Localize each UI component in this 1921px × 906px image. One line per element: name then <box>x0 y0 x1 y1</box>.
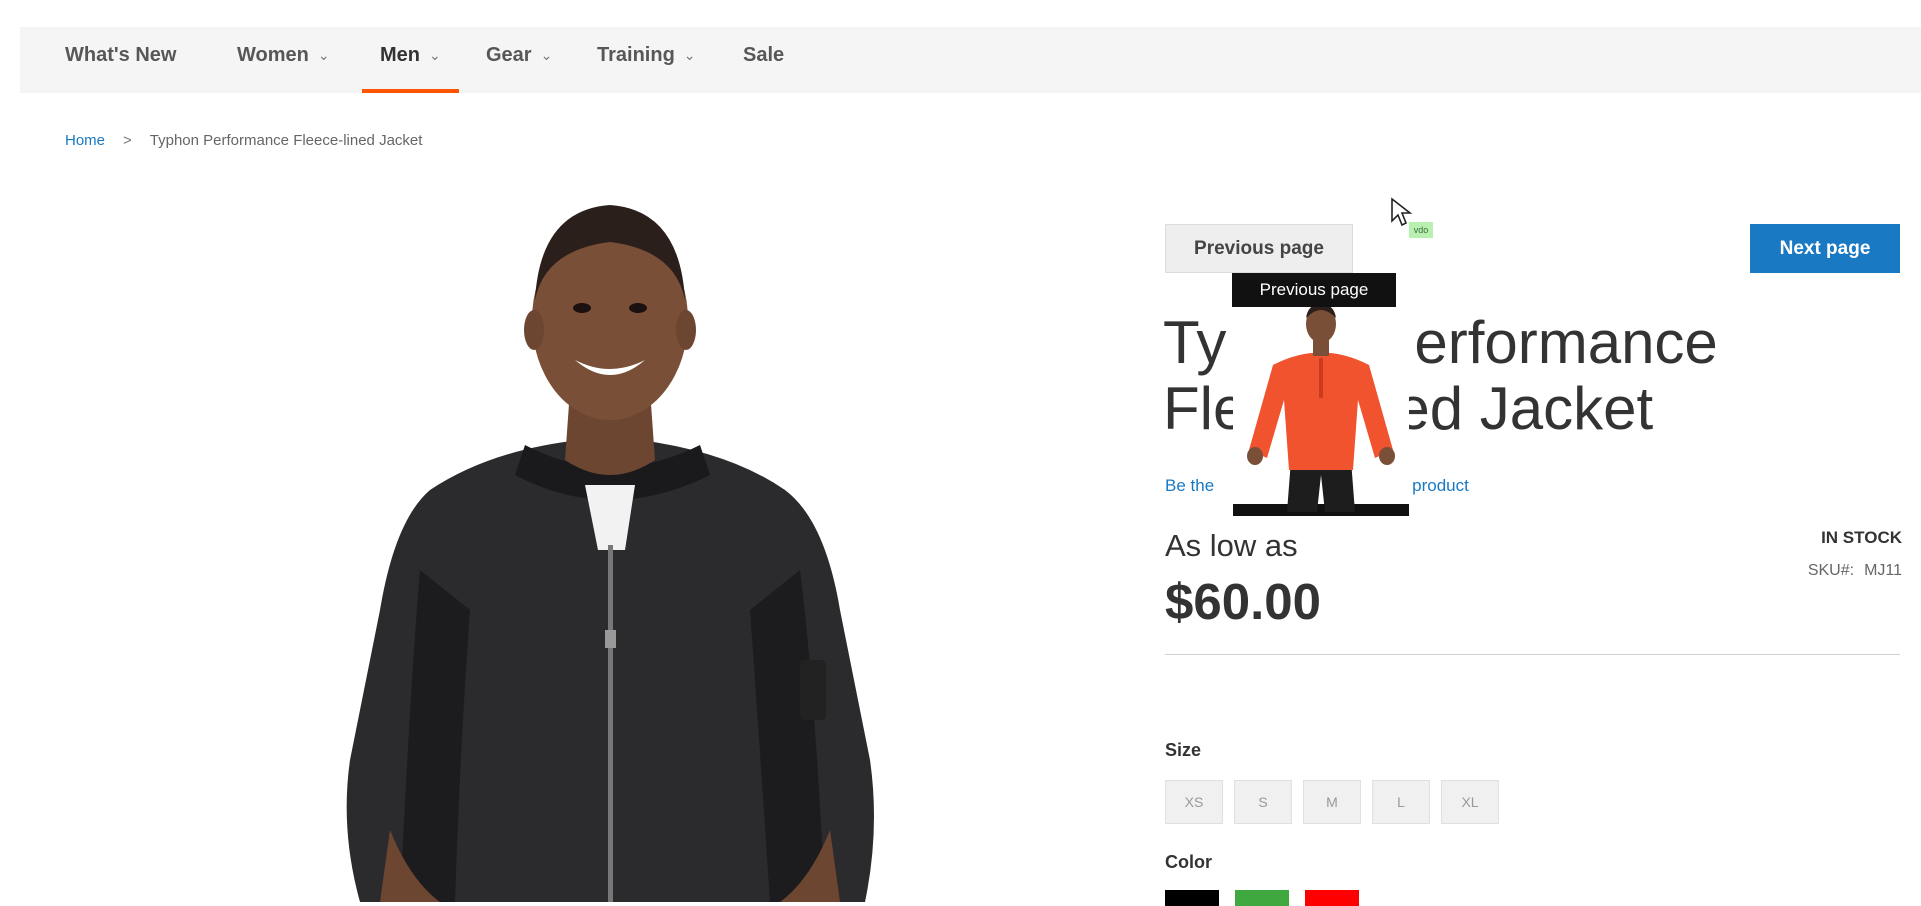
review-link-left: Be the <box>1165 476 1215 495</box>
nav-men[interactable]: Men ⌄ <box>362 27 459 93</box>
nav-gear-label: Gear <box>486 44 532 66</box>
chevron-down-icon: ⌄ <box>429 47 441 63</box>
color-options <box>1165 890 1359 906</box>
nav-sale[interactable]: Sale <box>743 27 784 93</box>
sku-label: SKU#: <box>1807 562 1855 579</box>
nav-whats-new-label: What's New <box>65 44 177 66</box>
sku-value: MJ11 <box>1864 562 1902 579</box>
nav-men-label: Men <box>380 44 420 66</box>
breadcrumb: Home > Typhon Performance Fleece-lined Jac… <box>65 132 422 149</box>
nav-women-label: Women <box>237 44 309 66</box>
size-option-l[interactable]: L <box>1372 780 1430 824</box>
product-thumbnail-image <box>1233 300 1409 518</box>
stock-status: IN STOCK <box>1821 528 1902 547</box>
size-label: Size <box>1165 740 1202 760</box>
nav-women[interactable]: Women ⌄ <box>237 27 330 93</box>
chevron-down-icon: ⌄ <box>317 47 330 63</box>
size-options: XS S M L XL <box>1165 780 1499 824</box>
title-line-1-right: erformance <box>1414 309 1718 376</box>
size-option-xs[interactable]: XS <box>1165 780 1223 824</box>
sku: SKU#: MJ11 <box>1808 562 1902 580</box>
size-option-m[interactable]: M <box>1303 780 1361 824</box>
product-price: $60.00 <box>1165 573 1321 630</box>
next-page-button[interactable]: Next page <box>1750 224 1900 273</box>
nav-whats-new[interactable]: What's New <box>65 27 176 93</box>
review-link-right: product <box>1412 476 1469 495</box>
size-option-s[interactable]: S <box>1234 780 1292 824</box>
title-line-2-right: ed Jacket <box>1396 375 1654 442</box>
breadcrumb-separator: > <box>123 132 132 149</box>
cursor-tag: vdo <box>1409 222 1433 238</box>
previous-page-tooltip: Previous page <box>1232 273 1396 307</box>
color-option-black[interactable] <box>1165 890 1219 906</box>
breadcrumb-current: Typhon Performance Fleece-lined Jacket <box>149 132 423 149</box>
nav-training[interactable]: Training ⌄ <box>597 27 696 93</box>
nav-gear[interactable]: Gear ⌄ <box>486 27 552 93</box>
color-label: Color <box>1165 852 1212 872</box>
color-option-red[interactable] <box>1305 890 1359 906</box>
chevron-down-icon: ⌄ <box>540 47 553 63</box>
previous-page-button[interactable]: Previous page <box>1165 224 1353 273</box>
top-nav: What's New Women ⌄ Men ⌄ Gear ⌄ Training ⌄ S… <box>20 27 1921 93</box>
nav-training-label: Training <box>597 44 675 66</box>
price-prefix: As low as <box>1165 528 1298 563</box>
title-line-1-left: Ty <box>1163 309 1227 376</box>
divider <box>1165 654 1900 655</box>
breadcrumb-home-link[interactable]: Home <box>65 132 105 149</box>
nav-sale-label: Sale <box>743 44 785 66</box>
product-main-image[interactable] <box>280 190 940 902</box>
color-option-green[interactable] <box>1235 890 1289 906</box>
chevron-down-icon: ⌄ <box>683 47 696 63</box>
size-option-xl[interactable]: XL <box>1441 780 1499 824</box>
